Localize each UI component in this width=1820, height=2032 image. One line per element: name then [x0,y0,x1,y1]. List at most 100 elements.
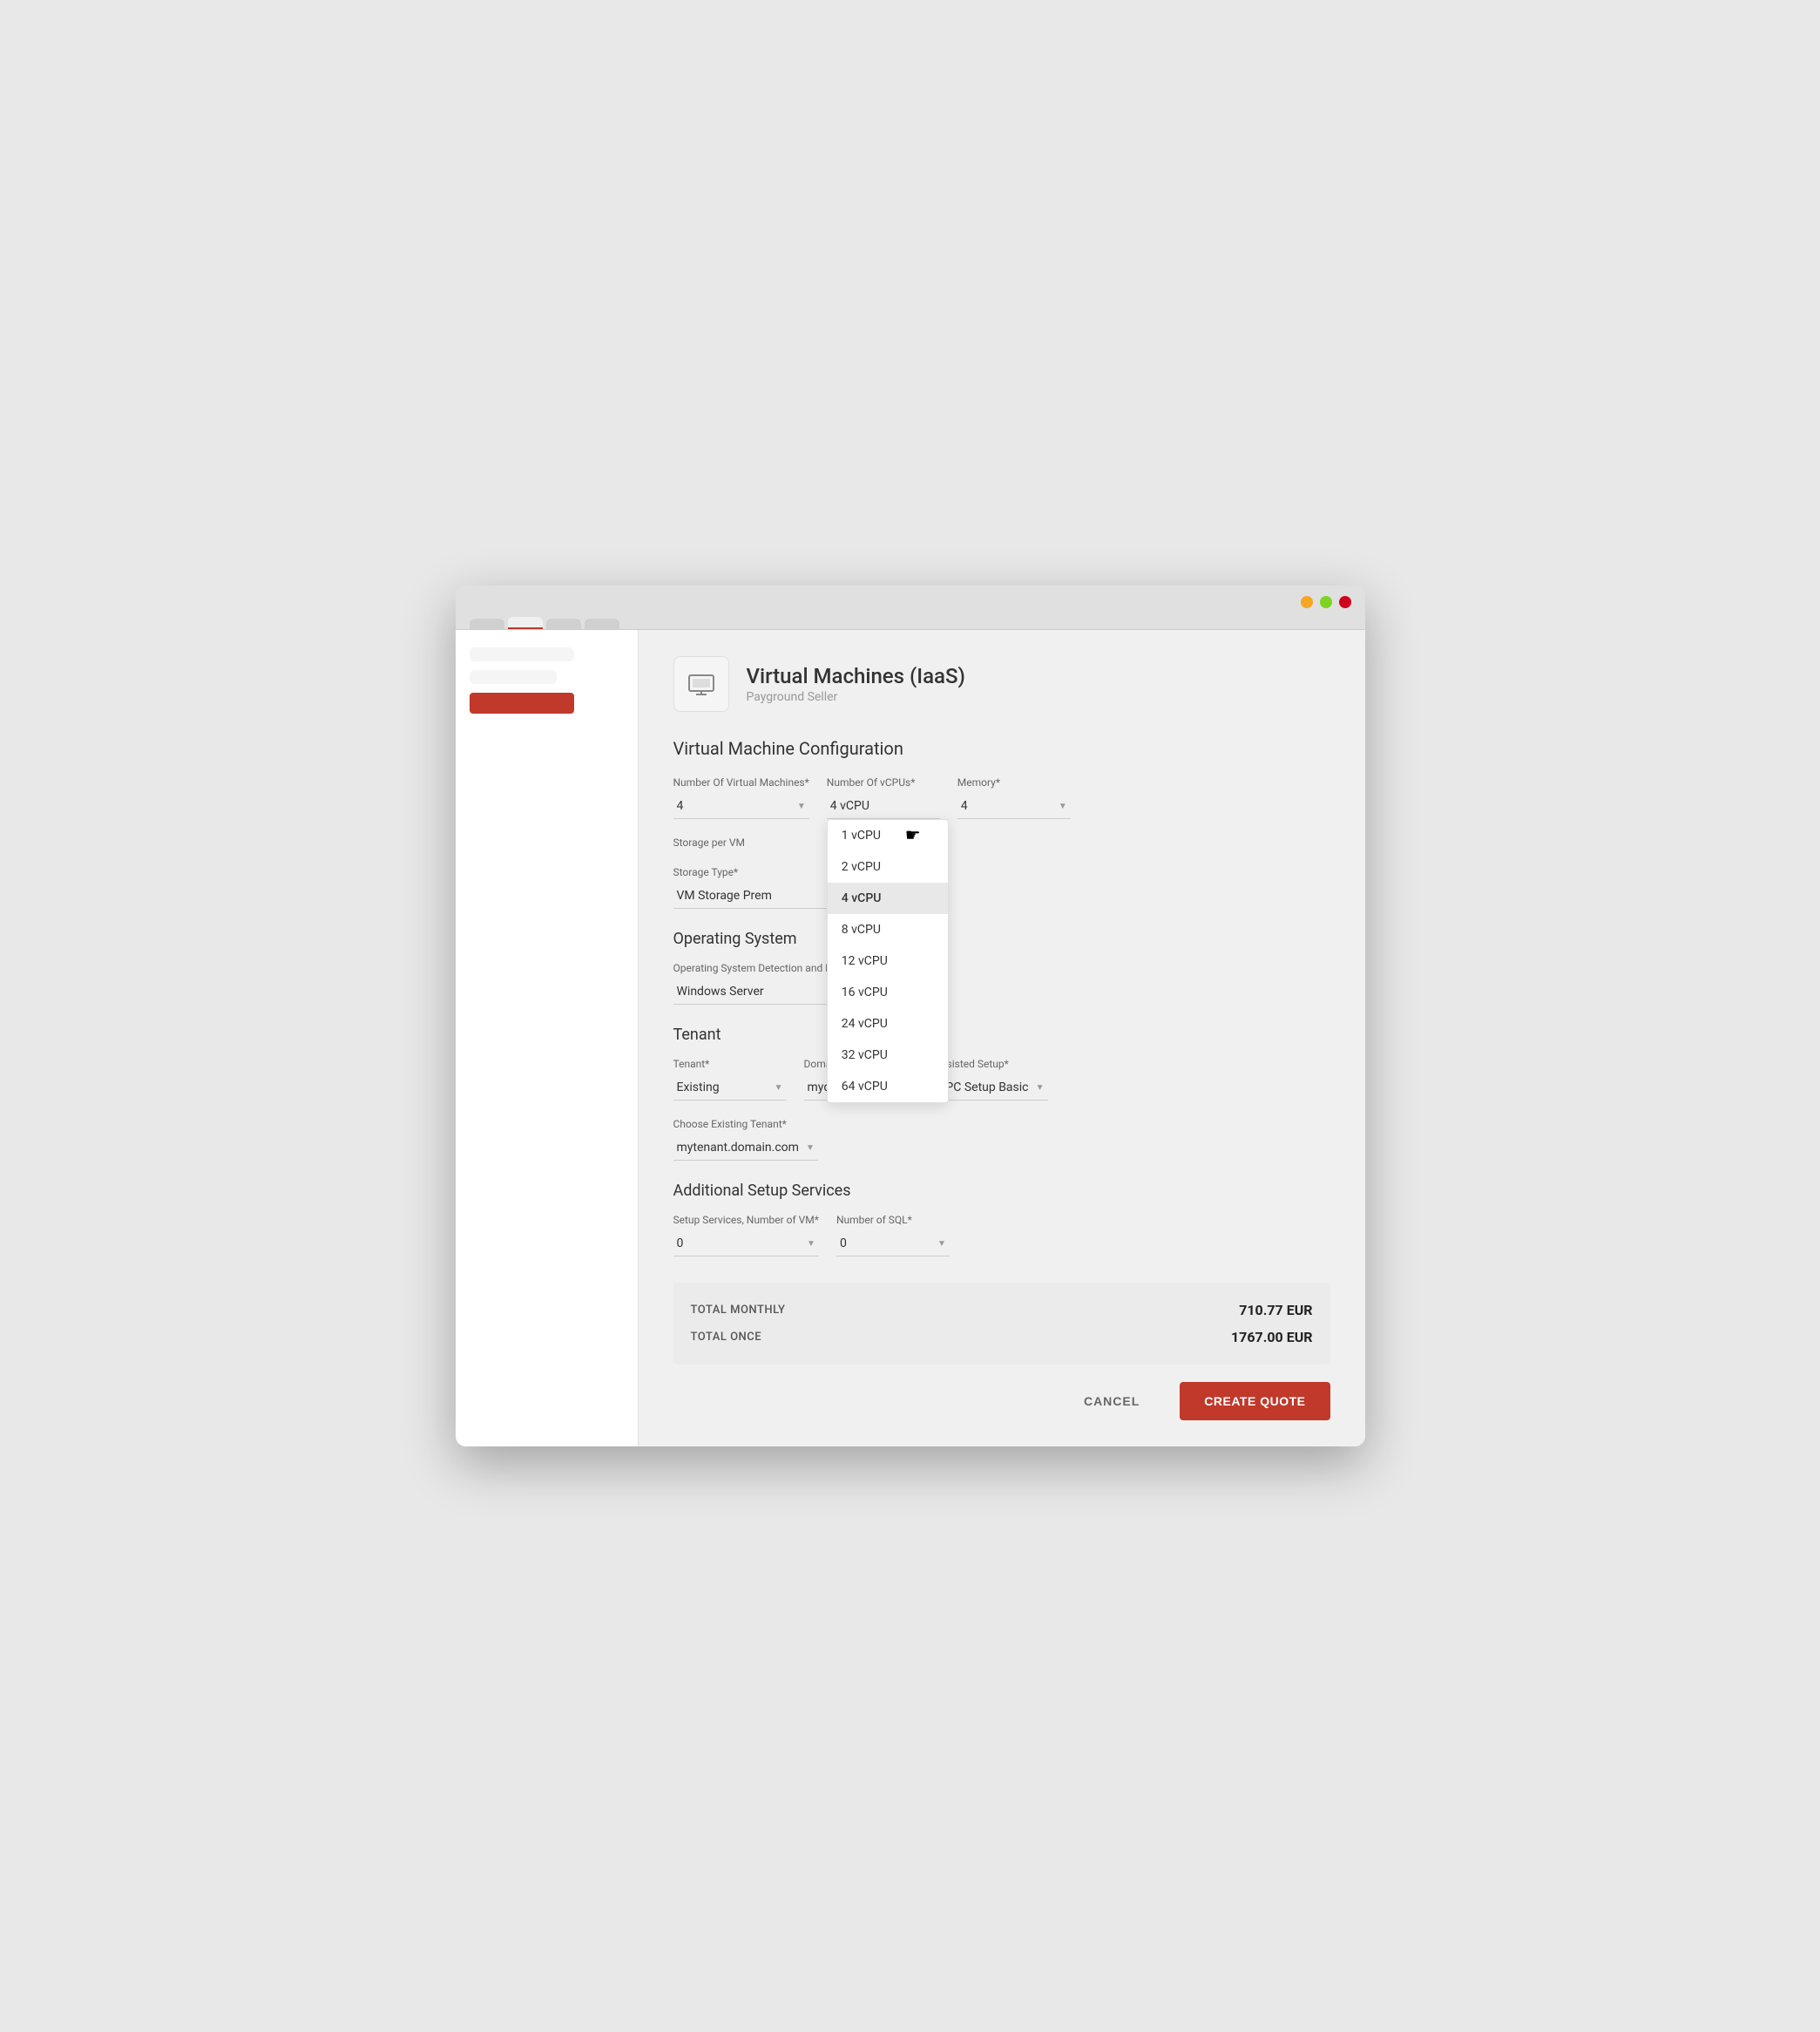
assisted-chevron-icon: ▼ [1036,1083,1045,1093]
assisted-value: VPC Setup Basic [938,1080,1029,1094]
num-sql-label: Number of SQL* [836,1214,950,1226]
vm-config-section: Virtual Machine Configuration Number Of … [673,738,1330,909]
total-once-row: TOTAL ONCE 1767.00 EUR [691,1324,1313,1351]
tenant-value: Existing [677,1080,720,1094]
num-vms-select[interactable]: 4 ▼ [673,794,809,819]
total-once-label: TOTAL ONCE [691,1331,762,1344]
vcpu-option-4[interactable]: 4 vCPU [828,883,948,914]
setup-services-select[interactable]: 0 ▼ [673,1231,819,1256]
browser-chrome [456,586,1365,630]
memory-label: Memory* [957,776,1071,789]
existing-tenant-label: Choose Existing Tenant* [673,1118,818,1130]
browser-window: Virtual Machines (IaaS) Payground Seller… [456,586,1365,1446]
existing-tenant-select[interactable]: mytenant.domain.com ▼ [673,1135,818,1161]
vm-config-row: Number Of Virtual Machines* 4 ▼ Number O… [673,776,1330,819]
num-vms-label: Number Of Virtual Machines* [673,776,809,789]
tab-1[interactable] [470,619,504,629]
memory-chevron-icon: ▼ [1059,802,1067,811]
storage-type-label: Storage Type* [673,866,848,878]
os-section: Operating System Operating System Detect… [673,930,1330,1005]
product-header: Virtual Machines (IaaS) Payground Seller [673,656,1330,712]
vcpus-dropdown[interactable]: 1 vCPU 2 vCPU 4 vCPU 8 vCPU 12 vCPU 16 v… [827,819,949,1103]
minimize-button[interactable] [1301,596,1313,608]
existing-tenant-group: Choose Existing Tenant* mytenant.domain.… [673,1118,818,1161]
tenant-section: Tenant Tenant* Existing ▼ Domain Name* m… [673,1026,1330,1161]
setup-services-chevron-icon: ▼ [807,1239,815,1249]
memory-value: 4 [961,799,968,813]
assisted-label: Assisted Setup* [935,1058,1048,1070]
vcpu-option-16[interactable]: 16 vCPU [828,977,948,1008]
main-content: Virtual Machines (IaaS) Payground Seller… [639,630,1365,1446]
total-monthly-value: 710.77 EUR [1239,1302,1312,1318]
vm-config-title: Virtual Machine Configuration [673,738,1330,759]
memory-select[interactable]: 4 ▼ [957,794,1071,819]
total-monthly-row: TOTAL MONTHLY 710.77 EUR [691,1297,1313,1324]
storage-type-group: Storage per VM [673,837,778,849]
close-button[interactable] [1339,596,1351,608]
storage-type-group: Storage Type* VM Storage Prem ▼ [673,866,848,909]
vcpu-option-12[interactable]: 12 vCPU [828,945,948,977]
existing-tenant-value: mytenant.domain.com [677,1141,799,1155]
tab-2[interactable] [508,617,543,629]
total-once-value: 1767.00 EUR [1231,1329,1313,1345]
totals-section: TOTAL MONTHLY 710.77 EUR TOTAL ONCE 1767… [673,1283,1330,1365]
additional-title: Additional Setup Services [673,1182,1330,1200]
sidebar-button[interactable] [470,693,574,714]
os-value: Windows Server [677,985,764,999]
action-buttons: CANCEL CREATE QUOTE [673,1382,1330,1420]
os-section-title: Operating System [673,930,1330,948]
assisted-group: Assisted Setup* VPC Setup Basic ▼ [935,1058,1048,1101]
maximize-button[interactable] [1320,596,1332,608]
setup-services-label: Setup Services, Number of VM* [673,1214,819,1226]
existing-tenant-row: Choose Existing Tenant* mytenant.domain.… [673,1118,1330,1161]
num-sql-chevron-icon: ▼ [937,1239,946,1249]
storage-type-select[interactable]: VM Storage Prem ▼ [673,884,848,909]
assisted-select[interactable]: VPC Setup Basic ▼ [935,1075,1048,1101]
memory-group: Memory* 4 ▼ [957,776,1071,819]
sidebar-item-1 [470,647,574,661]
traffic-lights [470,596,1351,608]
num-vms-value: 4 [677,799,684,813]
browser-content: Virtual Machines (IaaS) Payground Seller… [456,630,1365,1446]
storage-row: Storage per VM [673,837,1330,849]
tenant-chevron-icon: ▼ [775,1083,783,1093]
product-title: Virtual Machines (IaaS) [747,664,965,688]
tenant-section-title: Tenant [673,1026,1330,1044]
num-vcpus-value: 4 vCPU [830,799,869,813]
setup-services-group: Setup Services, Number of VM* 0 ▼ [673,1214,819,1256]
vcpu-option-1[interactable]: 1 vCPU [828,820,948,851]
num-vms-group: Number Of Virtual Machines* 4 ▼ [673,776,809,819]
cancel-button[interactable]: CANCEL [1058,1382,1166,1420]
sidebar [456,630,639,1446]
existing-tenant-chevron-icon: ▼ [806,1143,815,1153]
storage-type-value: VM Storage Prem [677,889,772,903]
storage-fields-row: Storage Type* VM Storage Prem ▼ [673,866,1330,909]
create-quote-button[interactable]: CREATE QUOTE [1180,1382,1329,1420]
vcpu-option-24[interactable]: 24 vCPU [828,1008,948,1040]
tab-4[interactable] [585,619,619,629]
num-vcpus-select[interactable]: 4 vCPU [827,794,940,819]
product-subtitle: Payground Seller [747,690,965,704]
num-vms-chevron-icon: ▼ [797,802,806,811]
vcpu-option-64[interactable]: 64 vCPU [828,1071,948,1102]
total-monthly-label: TOTAL MONTHLY [691,1304,786,1317]
tenant-label: Tenant* [673,1058,787,1070]
product-icon [673,656,729,712]
product-info: Virtual Machines (IaaS) Payground Seller [747,664,965,704]
tab-3[interactable] [546,619,581,629]
tenant-select[interactable]: Existing ▼ [673,1075,787,1101]
vcpu-option-2[interactable]: 2 vCPU [828,851,948,883]
vcpu-option-32[interactable]: 32 vCPU [828,1040,948,1071]
num-vcpus-label: Number Of vCPUs* [827,776,940,789]
additional-row: Setup Services, Number of VM* 0 ▼ Number… [673,1214,1330,1256]
storage-section-label: Storage per VM [673,837,778,849]
browser-tabs [470,617,1351,629]
tenant-group: Tenant* Existing ▼ [673,1058,787,1101]
tenant-row: Tenant* Existing ▼ Domain Name* mydomain… [673,1058,1330,1101]
vcpu-option-8[interactable]: 8 vCPU [828,914,948,945]
num-sql-select[interactable]: 0 ▼ [836,1231,950,1256]
os-row: Operating System Detection and License* … [673,962,1330,1005]
setup-services-value: 0 [677,1236,684,1250]
num-sql-value: 0 [840,1236,847,1250]
sidebar-item-2 [470,670,557,684]
